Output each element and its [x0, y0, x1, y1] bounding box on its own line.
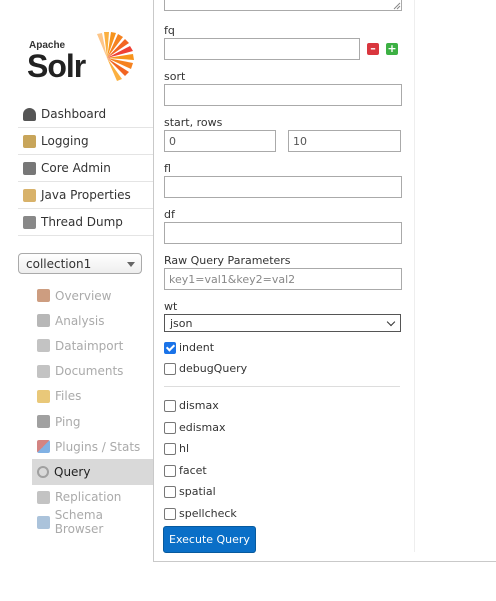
nav-item-thread-dump[interactable]: Thread Dump [18, 209, 153, 236]
funnel-icon [37, 314, 50, 328]
core-menu-label: Analysis [55, 313, 105, 328]
chevron-down-icon [127, 262, 135, 267]
core-menu-item-replication[interactable]: Replication [32, 485, 153, 510]
options-separator [164, 386, 400, 387]
sort-input[interactable] [164, 84, 402, 106]
nav-item-dashboard[interactable]: Dashboard [18, 101, 153, 128]
fq-input[interactable] [164, 38, 360, 60]
java-properties-icon [23, 188, 36, 202]
plugins-icon [37, 440, 50, 454]
raw-query-label: Raw Query Parameters [164, 254, 291, 267]
core-menu: Overview Analysis Dataimport Documents F… [32, 283, 153, 537]
add-fq-button[interactable]: + [386, 43, 398, 55]
core-menu-item-plugins-stats[interactable]: Plugins / Stats [32, 434, 153, 459]
nav-item-java-properties[interactable]: Java Properties [18, 182, 153, 209]
core-menu-label: Plugins / Stats [55, 439, 141, 454]
core-menu-item-dataimport[interactable]: Dataimport [32, 333, 153, 358]
logo-solr-text: Solr [27, 48, 86, 84]
core-menu-label: Files [55, 389, 82, 404]
main-panel-border [153, 0, 154, 562]
core-menu-item-schema-browser[interactable]: Schema Browser [32, 508, 153, 537]
core-menu-label: Query [54, 464, 91, 479]
execute-query-button[interactable]: Execute Query [163, 526, 256, 553]
core-menu-label: Dataimport [55, 338, 124, 353]
hl-checkbox[interactable] [164, 443, 176, 455]
nav-item-label: Java Properties [41, 188, 131, 202]
core-admin-icon [23, 161, 36, 175]
form-divider [414, 0, 415, 552]
wt-select[interactable]: json [164, 314, 401, 332]
schema-browser-icon [37, 515, 50, 529]
folder-icon [37, 389, 50, 403]
remove-fq-button[interactable]: – [367, 43, 379, 55]
facet-label: facet [179, 464, 207, 477]
core-menu-label: Schema Browser [54, 508, 104, 537]
fl-input[interactable] [164, 176, 402, 198]
edismax-checkbox[interactable] [164, 422, 176, 434]
debugquery-checkbox[interactable] [164, 363, 176, 375]
raw-query-input[interactable]: key1=val1&key2=val2 [164, 268, 402, 290]
core-menu-label: Overview [55, 288, 112, 303]
facet-checkbox[interactable] [164, 465, 176, 477]
core-selector[interactable]: collection1 [18, 253, 142, 274]
documents-icon [37, 364, 50, 378]
debugquery-label: debugQuery [179, 362, 248, 375]
nav-item-label: Dashboard [41, 107, 107, 121]
df-input[interactable] [164, 222, 402, 244]
nav-item-label: Core Admin [41, 161, 111, 175]
indent-checkbox[interactable] [164, 342, 176, 354]
main-nav: Dashboard Logging Core Admin Java Proper… [18, 101, 153, 236]
nav-item-logging[interactable]: Logging [18, 128, 153, 155]
core-menu-item-documents[interactable]: Documents [32, 359, 153, 384]
core-selector-value: collection1 [26, 256, 92, 271]
dataimport-icon [37, 339, 50, 353]
core-menu-label: Ping [55, 414, 81, 429]
fq-label: fq [164, 24, 175, 37]
spellcheck-checkbox[interactable] [164, 508, 176, 520]
edismax-label: edismax [179, 421, 226, 434]
core-menu-label: Replication [55, 490, 122, 505]
nav-item-core-admin[interactable]: Core Admin [18, 155, 153, 182]
core-menu-item-overview[interactable]: Overview [32, 283, 153, 308]
dismax-checkbox[interactable] [164, 400, 176, 412]
core-menu-item-query[interactable]: Query [32, 459, 153, 485]
wt-select-value: json [170, 316, 193, 330]
indent-label: indent [179, 341, 215, 354]
core-menu-item-ping[interactable]: Ping [32, 409, 153, 434]
nav-item-label: Logging [41, 134, 89, 148]
logging-icon [23, 134, 36, 148]
ping-icon [37, 415, 50, 429]
main-panel-bottom-border [153, 561, 496, 562]
start-input[interactable]: 0 [164, 130, 276, 152]
solr-sunburst-icon [97, 32, 134, 81]
rows-input[interactable]: 10 [288, 130, 401, 152]
nav-item-label: Thread Dump [41, 215, 123, 229]
dashboard-icon [23, 107, 36, 121]
core-menu-item-files[interactable]: Files [32, 384, 153, 409]
wt-label: wt [164, 300, 178, 313]
replication-icon [37, 490, 50, 504]
sort-label: sort [164, 70, 186, 83]
core-menu-item-analysis[interactable]: Analysis [32, 308, 153, 333]
fl-label: fl [164, 162, 171, 175]
spatial-label: spatial [179, 485, 216, 498]
df-label: df [164, 208, 175, 221]
q-textarea[interactable] [164, 0, 402, 11]
chevron-down-icon [386, 317, 396, 327]
thread-dump-icon [23, 215, 36, 229]
spellcheck-label: spellcheck [179, 507, 237, 520]
magnifier-icon [37, 465, 49, 478]
spatial-checkbox[interactable] [164, 486, 176, 498]
solr-logo[interactable]: Apache Solr [27, 28, 139, 84]
start-rows-label: start, rows [164, 116, 223, 129]
hl-label: hl [179, 442, 190, 455]
resize-handle-icon [393, 2, 401, 10]
dismax-label: dismax [179, 399, 219, 412]
core-menu-label: Documents [55, 364, 124, 379]
home-icon [37, 289, 50, 303]
